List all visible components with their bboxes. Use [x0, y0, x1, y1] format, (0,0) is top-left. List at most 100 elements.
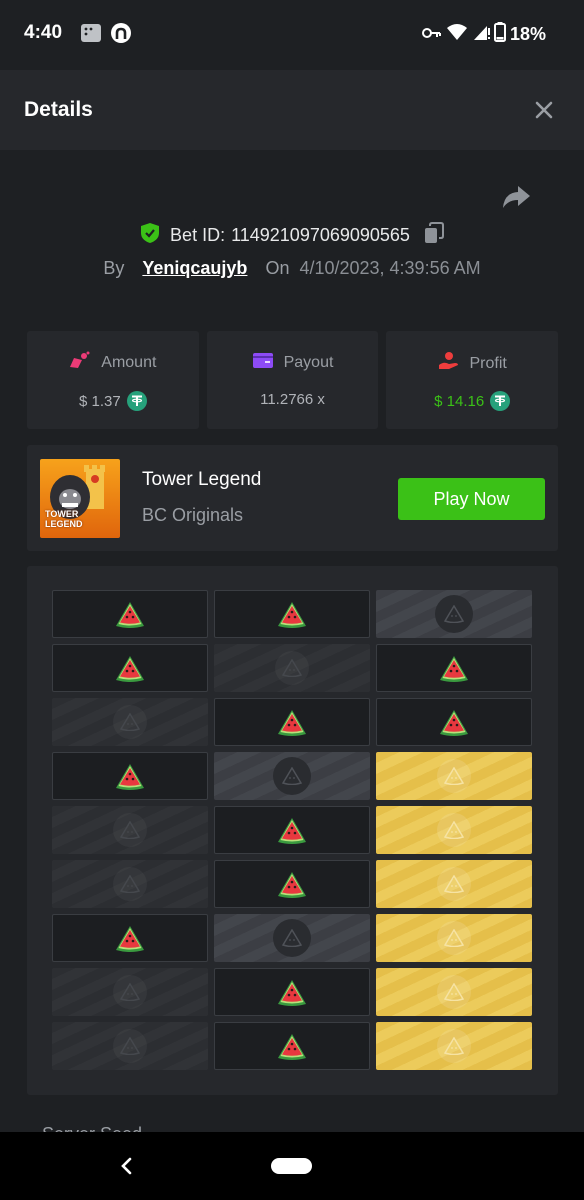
- status-bar: 4:40 18%: [0, 0, 584, 70]
- verified-shield-icon: [140, 222, 160, 249]
- watermelon-icon: [116, 764, 144, 790]
- watermelon-icon: [278, 818, 306, 844]
- watermelon-outline-icon: [444, 875, 464, 893]
- board-tile-gold: [376, 1022, 532, 1070]
- game-thumbnail[interactable]: TOWER LEGEND: [40, 459, 120, 538]
- tile-seal: [437, 1029, 471, 1063]
- board-tile-gold: [376, 860, 532, 908]
- watermelon-outline-icon: [120, 875, 140, 893]
- copy-button[interactable]: [424, 222, 444, 249]
- bet-details-panel: Bet ID: 114921097069090565 By Yeniqcaujy…: [0, 150, 584, 1132]
- on-label: On: [265, 258, 290, 278]
- vpn-key-icon: [421, 24, 442, 45]
- watermelon-icon: [116, 602, 144, 628]
- bet-stats: Amount $ 1.37 Payout 11.2766 x Profit $ …: [27, 331, 559, 429]
- board-tile-fruit: [214, 1022, 370, 1070]
- section-peek: Server Seed: [42, 1124, 142, 1132]
- board-grid: [52, 590, 534, 1070]
- payout-value: 11.2766 x: [260, 391, 325, 408]
- back-chevron-icon: [121, 1157, 132, 1175]
- tile-seal: [113, 975, 147, 1009]
- watermelon-outline-icon: [120, 983, 140, 1001]
- details-header: Details: [0, 70, 584, 150]
- watermelon-outline-icon: [444, 983, 464, 1001]
- share-arrow-icon: [503, 186, 530, 208]
- game-board: [27, 566, 558, 1095]
- tile-seal: [437, 921, 471, 955]
- profit-card: Profit $ 14.16: [386, 331, 559, 429]
- tile-seal: [437, 867, 471, 901]
- game-name[interactable]: Tower Legend: [142, 469, 261, 491]
- watermelon-outline-icon: [282, 659, 302, 677]
- board-tile-gold: [376, 914, 532, 962]
- board-tile-fruit: [214, 698, 370, 746]
- watermelon-outline-icon: [282, 767, 302, 785]
- watermelon-outline-icon: [444, 1037, 464, 1055]
- watermelon-outline-icon: [444, 821, 464, 839]
- page-title: Details: [24, 98, 93, 121]
- close-icon: [535, 101, 553, 119]
- watermelon-outline-icon: [444, 767, 464, 785]
- usdt-icon: [490, 391, 511, 411]
- tile-seal: [113, 705, 147, 739]
- amount-label: Amount: [101, 353, 157, 371]
- payout-wallet-icon: [252, 351, 274, 374]
- board-tile-unrevealed: [214, 644, 370, 692]
- board-tile-unrevealed: [52, 860, 208, 908]
- game-card: TOWER LEGEND Tower Legend BC Originals P…: [27, 445, 558, 551]
- profit-hand-icon: [438, 351, 460, 376]
- tile-seal: [437, 813, 471, 847]
- status-time: 4:40: [24, 22, 63, 43]
- amount-icon: [69, 351, 91, 374]
- copy-icon: [424, 222, 444, 243]
- signal-icon: [472, 23, 490, 46]
- board-tile-selected: [214, 914, 370, 962]
- profit-value: $ 14.16: [434, 392, 485, 410]
- board-tile-gold: [376, 752, 532, 800]
- share-button[interactable]: [500, 180, 532, 212]
- game-thumb-label: TOWER LEGEND: [45, 509, 83, 529]
- board-tile-unrevealed: [52, 968, 208, 1016]
- board-tile-fruit: [52, 752, 208, 800]
- android-nav-bar: [0, 1132, 584, 1200]
- board-tile-fruit: [376, 698, 532, 746]
- screen: 4:40 18% Details Bet ID: 114921097069090…: [0, 0, 584, 1200]
- watermelon-outline-icon: [282, 929, 302, 947]
- back-button[interactable]: [116, 1154, 136, 1178]
- amount-value: $ 1.37: [78, 392, 121, 410]
- by-label: By: [103, 258, 125, 278]
- wifi-icon: [446, 23, 468, 46]
- play-now-button[interactable]: Play Now: [398, 478, 545, 520]
- board-tile-fruit: [214, 860, 370, 908]
- game-provider: BC Originals: [142, 505, 244, 525]
- bet-id-value: 114921097069090565: [231, 225, 410, 245]
- board-tile-gold: [376, 806, 532, 854]
- close-button[interactable]: [532, 98, 556, 122]
- battery-icon: [493, 22, 506, 47]
- usdt-icon: [126, 391, 147, 411]
- watermelon-icon: [278, 980, 306, 1006]
- tile-seal: [113, 1029, 147, 1063]
- app-notification-icon: [80, 22, 102, 49]
- watermelon-icon: [278, 602, 306, 628]
- bet-id-row: Bet ID: 114921097069090565: [0, 222, 584, 249]
- watermelon-outline-icon: [120, 1037, 140, 1055]
- watermelon-icon: [278, 872, 306, 898]
- watermelon-outline-icon: [120, 713, 140, 731]
- username-link[interactable]: Yeniqcaujyb: [142, 258, 247, 279]
- board-tile-fruit: [52, 644, 208, 692]
- profit-label: Profit: [469, 354, 507, 372]
- watermelon-outline-icon: [120, 821, 140, 839]
- payout-card: Payout 11.2766 x: [206, 331, 379, 429]
- home-pill[interactable]: [271, 1158, 312, 1174]
- github-icon: [110, 22, 132, 49]
- board-tile-fruit: [214, 968, 370, 1016]
- board-tile-fruit: [214, 806, 370, 854]
- tile-seal: [113, 813, 147, 847]
- board-tile-selected: [214, 752, 370, 800]
- amount-card: Amount $ 1.37: [27, 331, 199, 429]
- watermelon-outline-icon: [444, 929, 464, 947]
- board-tile-fruit: [52, 914, 208, 962]
- tile-seal: [437, 975, 471, 1009]
- watermelon-icon: [116, 926, 144, 952]
